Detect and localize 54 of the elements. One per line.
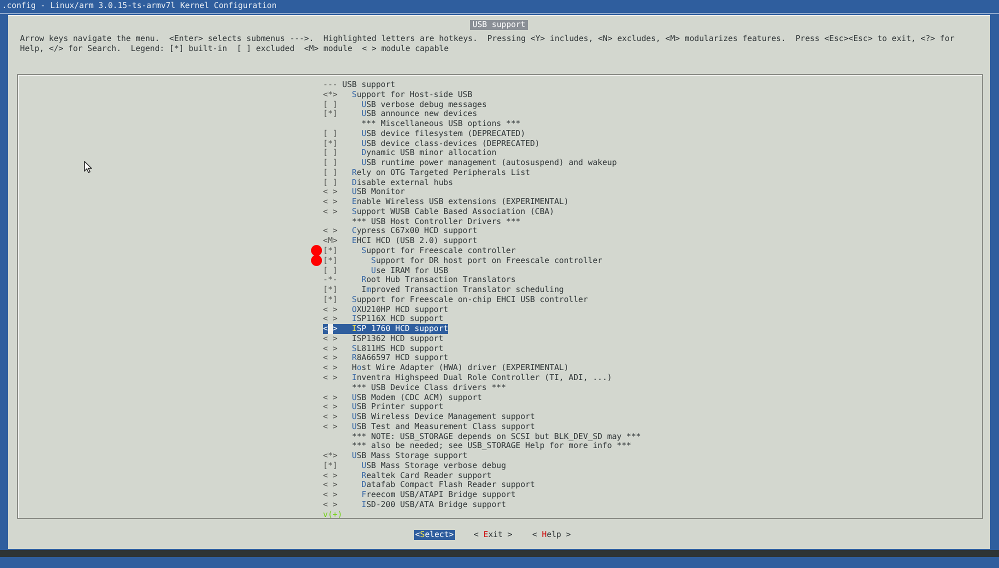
- help-text: Help, </> for Search. Legend: [*] built-in [ ] excluded <M> module < > module capable: [20, 44, 450, 54]
- menu-item[interactable]: < > USB Monitor: [323, 187, 405, 198]
- menu-item[interactable]: [*] USB announce new devices: [323, 109, 478, 120]
- menu-item[interactable]: [*] USB Mass Storage verbose debug: [323, 460, 506, 471]
- menu-comment: *** USB Host Controller Drivers ***: [350, 216, 520, 226]
- menu-item[interactable]: < > SL811HS HCD support: [323, 344, 444, 354]
- dialog-title: USB support: [470, 20, 528, 30]
- menu-item[interactable]: <*> USB Mass Storage support: [323, 451, 468, 461]
- menu-item[interactable]: < > ISP116X HCD support: [323, 314, 444, 324]
- menu-item[interactable]: < > ISP1362 HCD support: [323, 334, 444, 344]
- menu-item[interactable]: < > Freecom USB/ATAPI Bridge support: [323, 490, 516, 500]
- menu-comment: *** also be needed; see USB_STORAGE Help for more info ***: [350, 441, 632, 452]
- menu-item[interactable]: < > Host Wire Adapter (HWA) driver (EXPERIMENTAL): [323, 363, 569, 373]
- menu-item[interactable]: [*] Improved Transaction Translator scheduling: [323, 285, 564, 295]
- menu-item[interactable]: [ ] Use IRAM for USB: [323, 266, 448, 276]
- menu-item[interactable]: < > Inventra Highspeed Dual Role Controller (TI, ADI, ...): [323, 372, 612, 383]
- menu-item[interactable]: < > Realtek Card Reader support: [323, 470, 492, 480]
- mouse-pointer-icon: [84, 161, 92, 173]
- menu-item[interactable]: [*] Support for Freescale controller: [323, 246, 516, 256]
- menu-item[interactable]: < > Datafab Compact Flash Reader support: [323, 480, 535, 490]
- menu-comment: *** NOTE: USB_STORAGE depends on SCSI but BLK_DEV_SD may ***: [350, 432, 641, 442]
- menu-item[interactable]: [ ] USB device filesystem (DEPRECATED): [323, 128, 526, 139]
- menu-item[interactable]: < > USB Test and Measurement Class support: [323, 422, 535, 432]
- menu-item[interactable]: <M> EHCI HCD (USB 2.0) support: [323, 236, 478, 246]
- menu-comment: *** Miscellaneous USB options ***: [360, 119, 520, 129]
- menu-item[interactable]: < > USB Printer support: [323, 402, 444, 412]
- menu-item[interactable]: < > R8A66597 HCD support: [323, 353, 448, 364]
- menu-item[interactable]: [ ] Disable external hubs: [323, 178, 454, 188]
- menu-item[interactable]: [*] USB device class-devices (DEPRECATED): [323, 138, 540, 148]
- menu-item[interactable]: [ ] Rely on OTG Targeted Peripherals List: [323, 168, 530, 178]
- menu-item[interactable]: --- USB support: [323, 80, 396, 90]
- menu-item[interactable]: < > Cypress C67x00 HCD support: [323, 226, 478, 236]
- dialog-button[interactable]: < Exit >: [472, 530, 514, 540]
- menu-item[interactable]: < > USB Wireless Device Management support: [323, 412, 535, 422]
- menu-item[interactable]: <*> Support for Host-side USB: [323, 90, 472, 100]
- menu-item[interactable]: < > OXU210HP HCD support: [323, 304, 448, 314]
- text-cursor: [328, 324, 333, 334]
- help-text: Arrow keys navigate the menu. <Enter> selects submenus --->. Highlighted letters are hotkeys. Pressing <Y> includes, <N> excludes, <M> modularizes features. Press <Esc><Esc> to exit, <?> for: [20, 34, 956, 44]
- menu-item[interactable]: < > ISP 1760 HCD support: [323, 324, 448, 334]
- menu-item[interactable]: < > Support WUSB Cable Based Association (CBA): [323, 206, 554, 217]
- window-title: .config - Linux/arm 3.0.15-ts-armv7l Kernel Configuration: [2, 1, 277, 10]
- menu-item[interactable]: [*] Support for DR host port on Freescale controller: [323, 256, 602, 266]
- menu-item[interactable]: < > USB Modem (CDC ACM) support: [323, 392, 482, 402]
- more-indicator: v(+): [323, 510, 344, 520]
- menu-item[interactable]: [ ] Dynamic USB minor allocation: [323, 148, 496, 158]
- dialog-button[interactable]: < Help >: [531, 530, 572, 540]
- menu-item[interactable]: < > Enable Wireless USB extensions (EXPERIMENTAL): [323, 197, 569, 207]
- menu-item[interactable]: -*- Root Hub Transaction Translators: [323, 275, 516, 286]
- menu-item[interactable]: [*] Support for Freescale on-chip EHCI USB controller: [323, 294, 588, 305]
- menu-comment: *** USB Device Class drivers ***: [350, 382, 506, 392]
- menu-item[interactable]: < > ISD-200 USB/ATA Bridge support: [323, 500, 506, 510]
- menu-item[interactable]: [ ] USB runtime power management (autosuspend) and wakeup: [323, 158, 617, 168]
- dialog-button[interactable]: <Select>: [414, 530, 455, 540]
- menu-item[interactable]: [ ] USB verbose debug messages: [323, 100, 487, 110]
